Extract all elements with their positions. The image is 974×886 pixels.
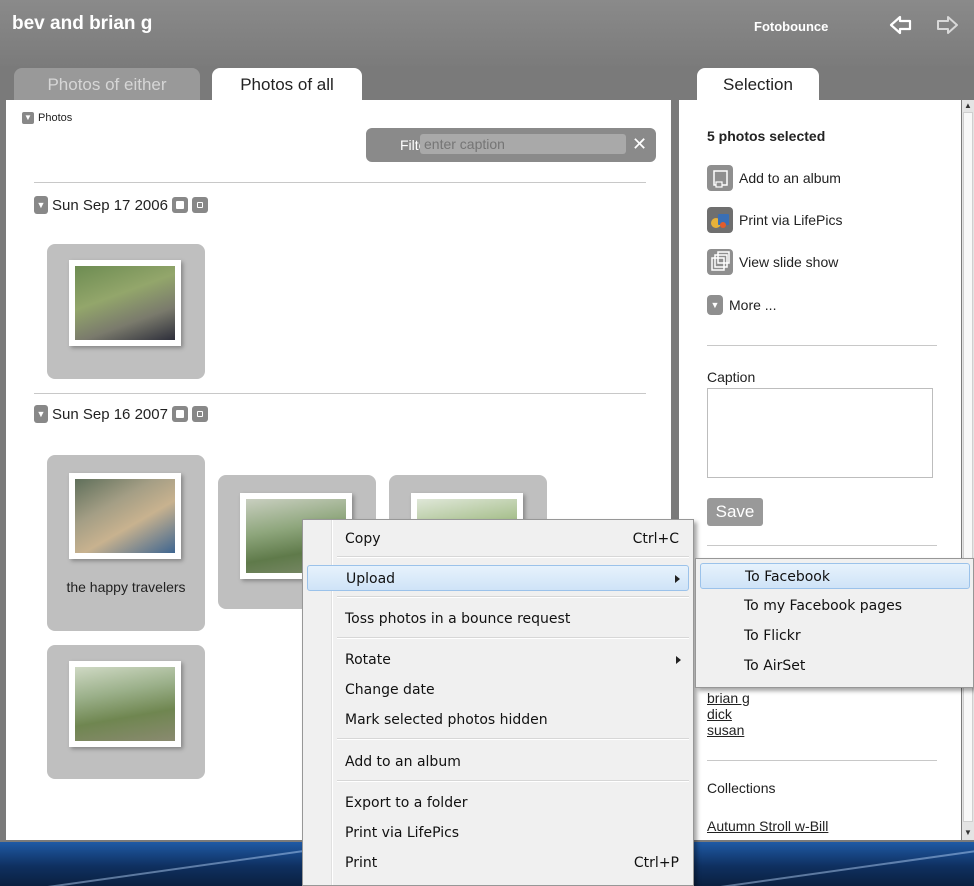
save-button[interactable]: Save (707, 498, 763, 526)
scroll-up-icon[interactable]: ▲ (963, 101, 973, 111)
photos-section-label: Photos (38, 112, 73, 124)
person-link[interactable]: susan (707, 722, 744, 738)
menu-item-toss-photos[interactable]: Toss photos in a bounce request (307, 606, 689, 632)
more-action[interactable]: ▼ More ... (707, 292, 776, 318)
filter-bar: Filter ✕ (366, 128, 656, 162)
caption-textarea[interactable] (707, 388, 933, 478)
chevron-down-icon: ▼ (707, 295, 723, 315)
print-lifepics-action[interactable]: Print via LifePics (707, 207, 842, 233)
menu-item-label: Add to an album (345, 754, 461, 770)
menu-item-label: Rotate (345, 652, 391, 668)
menu-item-shortcut: Ctrl+C (632, 531, 679, 547)
close-icon[interactable]: ✕ (632, 134, 647, 155)
context-menu: Copy Ctrl+C Upload Toss photos in a boun… (302, 519, 694, 886)
photo-card[interactable] (47, 244, 205, 379)
back-arrow-icon[interactable] (888, 12, 914, 38)
collapse-icon[interactable]: ▼ (22, 112, 34, 124)
submenu-item-label: To my Facebook pages (744, 598, 903, 614)
submenu-item-label: To AirSet (744, 658, 806, 674)
menu-item-label: Toss photos in a bounce request (345, 611, 571, 627)
menu-item-rotate[interactable]: Rotate (307, 647, 689, 673)
menu-item-print[interactable]: Print Ctrl+P (307, 850, 689, 876)
forward-arrow-icon[interactable] (934, 12, 960, 38)
tab-selection[interactable]: Selection (697, 68, 819, 100)
menu-item-change-date[interactable]: Change date (307, 677, 689, 703)
select-all-icon[interactable] (171, 406, 188, 422)
date-group-header: ▼ Sun Sep 16 2007 (34, 403, 208, 425)
menu-item-shortcut: Ctrl+P (633, 855, 679, 871)
collection-link[interactable]: Autumn Stroll w-Bill (707, 818, 828, 834)
divider (34, 182, 646, 183)
photo-thumbnail[interactable] (69, 661, 181, 747)
submenu-arrow-icon (676, 656, 681, 664)
menu-item-export-folder[interactable]: Export to a folder (307, 790, 689, 816)
brand-link[interactable]: Fotobounce (754, 19, 828, 34)
menu-item-label: Print (345, 855, 378, 871)
app-title: bev and brian g (12, 13, 153, 34)
menu-item-label: Print via LifePics (345, 825, 460, 841)
scrollbar-thumb[interactable] (963, 112, 973, 822)
caption-label: Caption (707, 369, 756, 385)
submenu-item-airset[interactable]: To AirSet (700, 653, 970, 679)
menu-item-label: Mark selected photos hidden (345, 712, 548, 728)
photo-caption: the happy travelers (66, 579, 186, 595)
photo-thumbnail[interactable] (69, 260, 181, 346)
select-all-icon[interactable] (171, 197, 188, 213)
menu-separator (337, 738, 689, 740)
menu-item-copy[interactable]: Copy Ctrl+C (307, 526, 689, 552)
submenu-item-facebook[interactable]: To Facebook (700, 563, 970, 589)
print-lifepics-label: Print via LifePics (739, 212, 843, 228)
submenu-arrow-icon (675, 575, 680, 583)
submenu-item-label: To Flickr (744, 628, 801, 644)
menu-separator (337, 556, 689, 558)
date-group-header: ▼ Sun Sep 17 2006 (34, 194, 208, 216)
date-label: Sun Sep 17 2006 (52, 196, 168, 214)
view-slideshow-action[interactable]: View slide show (707, 249, 838, 275)
person-link[interactable]: brian g (707, 690, 750, 706)
menu-separator (337, 596, 689, 598)
more-label: More ... (729, 297, 777, 313)
divider (707, 760, 937, 761)
add-to-album-label: Add to an album (739, 170, 841, 186)
selection-count: 5 photos selected (707, 128, 826, 144)
date-label: Sun Sep 16 2007 (52, 405, 168, 423)
photos-section-header[interactable]: ▼ Photos (22, 112, 72, 124)
deselect-icon[interactable] (191, 406, 208, 422)
chevron-down-icon[interactable]: ▼ (34, 405, 48, 423)
person-link[interactable]: dick (707, 706, 732, 722)
collections-label: Collections (707, 780, 776, 796)
slideshow-icon (707, 249, 733, 275)
menu-item-mark-hidden[interactable]: Mark selected photos hidden (307, 707, 689, 733)
tab-photos-of-all[interactable]: Photos of all (212, 68, 362, 100)
photo-card[interactable]: the happy travelers (47, 455, 205, 631)
caption-filter-input[interactable] (420, 134, 626, 154)
photo-card[interactable] (47, 645, 205, 779)
submenu-item-flickr[interactable]: To Flickr (700, 623, 970, 649)
menu-item-label: Upload (346, 571, 396, 587)
divider (707, 545, 937, 546)
upload-submenu: To Facebook To my Facebook pages To Flic… (695, 558, 974, 688)
album-icon (707, 165, 733, 191)
menu-item-print-lifepics[interactable]: Print via LifePics (307, 820, 689, 846)
menu-item-label: Export to a folder (345, 795, 468, 811)
scroll-down-icon[interactable]: ▼ (963, 828, 973, 838)
submenu-item-facebook-pages[interactable]: To my Facebook pages (700, 593, 970, 619)
chevron-down-icon[interactable]: ▼ (34, 196, 48, 214)
submenu-item-label: To Facebook (745, 569, 830, 585)
menu-item-upload[interactable]: Upload (307, 565, 689, 591)
menu-separator (337, 780, 689, 782)
add-to-album-action[interactable]: Add to an album (707, 165, 841, 191)
view-slideshow-label: View slide show (739, 254, 839, 270)
menu-separator (337, 637, 689, 639)
menu-item-label: Change date (345, 682, 435, 698)
divider (34, 393, 646, 394)
tab-photos-of-either[interactable]: Photos of either (14, 68, 200, 100)
menu-item-label: Copy (345, 531, 381, 547)
menu-item-add-to-album[interactable]: Add to an album (307, 749, 689, 775)
photo-thumbnail[interactable] (69, 473, 181, 559)
divider (707, 345, 937, 346)
lifepics-icon (707, 207, 733, 233)
deselect-icon[interactable] (191, 197, 208, 213)
